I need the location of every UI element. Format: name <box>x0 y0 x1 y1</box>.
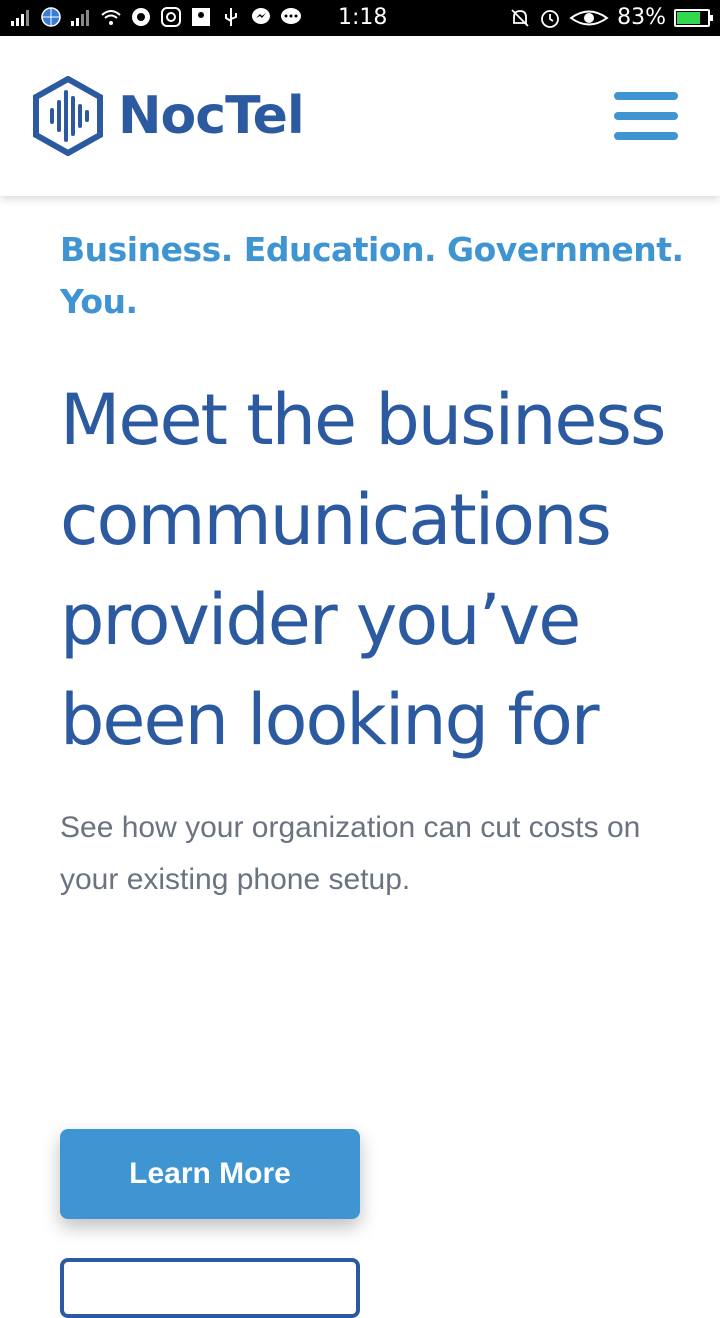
hero-tagline: Business. Education. Government. You. <box>60 230 684 321</box>
chrome-icon <box>132 8 150 26</box>
battery-percent: 83% <box>617 5 666 30</box>
eye-icon <box>569 10 609 25</box>
status-left-icons <box>10 6 302 28</box>
hamburger-menu-button[interactable] <box>614 90 678 142</box>
image-icon <box>192 8 210 26</box>
status-time: 1:18 <box>338 5 388 30</box>
status-right-icons: 83% <box>509 5 713 30</box>
learn-more-button[interactable]: Learn More <box>60 1129 360 1219</box>
wifi-icon <box>101 10 121 25</box>
chat-icon <box>281 8 301 24</box>
battery-level <box>677 11 701 24</box>
hero-subtext: See how your organization can cut costs … <box>60 811 641 896</box>
globe-icon <box>41 7 61 27</box>
menu-bar <box>614 92 678 100</box>
logo-text: NocTel <box>118 86 305 146</box>
messenger-icon <box>252 8 270 24</box>
signal-icon <box>11 10 29 26</box>
instagram-icon <box>161 7 181 27</box>
alarm-icon <box>541 9 559 28</box>
usb-icon <box>225 8 237 26</box>
signal-icon <box>71 10 89 26</box>
site-header: NocTel <box>0 36 720 196</box>
hero-section: Business. Education. Government. You. Me… <box>60 196 690 906</box>
hero-headline: Meet the business communications provide… <box>60 379 666 761</box>
secondary-button[interactable] <box>60 1258 360 1318</box>
menu-bar <box>614 112 678 120</box>
noctel-logo-icon <box>33 76 103 156</box>
logo[interactable]: NocTel <box>32 76 305 156</box>
battery-icon <box>674 8 713 27</box>
mute-icon <box>511 8 529 27</box>
menu-bar <box>614 132 678 140</box>
status-bar: 1:18 83% <box>0 0 720 36</box>
